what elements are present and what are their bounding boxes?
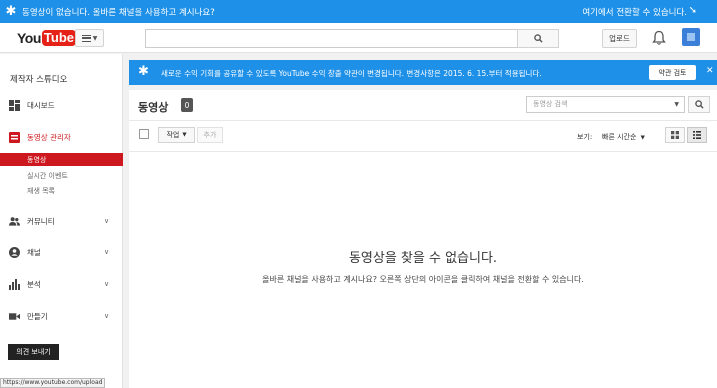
guide-button[interactable]: ▼: [75, 29, 104, 47]
chevron-down-icon: ∨: [104, 217, 110, 225]
top-notice-bar: ✱ 동영상이 없습니다. 올바른 채널을 사용하고 계시나요? 여기에서 전환할…: [0, 0, 717, 23]
list-icon: [693, 131, 701, 139]
empty-state-title: 동영상을 찾을 수 없습니다.: [348, 251, 498, 266]
sidebar-subitem-playlists[interactable]: 재생 목록: [0, 184, 123, 197]
dashboard-icon: [9, 99, 20, 111]
sidebar-item-dashboard[interactable]: 대시보드: [0, 96, 123, 114]
sidebar-item-analytics[interactable]: 분석 ∨: [0, 275, 123, 293]
masthead: You Tube KR ▼ 업로드: [0, 23, 717, 53]
studio-title: 제작자 스튜디오: [10, 75, 68, 85]
chevron-down-icon: ▼: [182, 132, 187, 138]
chevron-down-icon[interactable]: ▼: [674, 97, 679, 112]
terms-notice-banner: ✱ 새로운 수익 기회를 공유할 수 있도록 YouTube 수익 창출 약관이…: [129, 60, 717, 85]
sidebar-item-label: 대시보드: [27, 100, 55, 110]
chevron-down-icon: ∨: [104, 248, 110, 256]
sort-value: 빠른 시간순: [602, 133, 637, 141]
sidebar-subitem-label: 실시간 이벤트: [27, 171, 68, 180]
notifications-bell-icon[interactable]: [652, 30, 666, 46]
actions-label: 작업: [166, 131, 180, 139]
chevron-down-icon: ▼: [640, 135, 645, 141]
close-icon[interactable]: ✕: [706, 66, 714, 76]
grid-view-button[interactable]: [665, 127, 685, 143]
video-count-badge: 0: [181, 98, 193, 112]
sidebar-subitem-videos[interactable]: 동영상: [0, 153, 123, 166]
menu-icon: [81, 34, 91, 42]
sidebar-item-label: 분석: [27, 279, 41, 289]
add-button[interactable]: 추가: [197, 127, 223, 143]
view-label: 보기:: [577, 133, 593, 141]
account-avatar[interactable]: [682, 28, 700, 46]
select-all-checkbox[interactable]: [139, 129, 149, 139]
video-search-button[interactable]: [688, 96, 710, 113]
sidebar-subitem-label: 동영상: [27, 155, 47, 164]
sidebar-item-label: 커뮤니티: [27, 216, 55, 226]
search-button[interactable]: [517, 29, 559, 48]
search-icon: [533, 34, 543, 43]
creator-studio-sidebar: 제작자 스튜디오 대시보드 동영상 관리자 동영상 실시간 이벤트 재생 목록 …: [0, 54, 123, 388]
switch-channel-hint: 여기에서 전환할 수 있습니다.: [582, 7, 687, 18]
sidebar-item-channel[interactable]: 채널 ∨: [0, 243, 123, 261]
sidebar-subitem-label: 재생 목록: [27, 186, 55, 195]
list-view-button[interactable]: [687, 127, 707, 143]
video-search-input[interactable]: 동영상 검색 ▼: [526, 96, 685, 113]
star-icon: ✱: [5, 4, 17, 19]
logo-tube-text: Tube: [41, 30, 76, 46]
sort-dropdown[interactable]: 빠른 시간순 ▼: [602, 132, 645, 142]
sidebar-subitem-live-events[interactable]: 실시간 이벤트: [0, 169, 123, 182]
upload-button[interactable]: 업로드: [602, 29, 637, 48]
chevron-down-icon: ▼: [92, 34, 98, 42]
chevron-down-icon: ∨: [104, 280, 110, 288]
grid-icon: [671, 131, 679, 139]
status-bar-url: https://www.youtube.com/upload: [0, 378, 106, 388]
terms-notice-message: 새로운 수익 기회를 공유할 수 있도록 YouTube 수익 창출 약관이 변…: [161, 69, 542, 78]
top-notice-message: 동영상이 없습니다. 올바른 채널을 사용하고 계시나요?: [22, 7, 215, 18]
divider: [129, 151, 717, 152]
analytics-icon: [9, 278, 20, 290]
chevron-down-icon: ∨: [104, 312, 110, 320]
review-terms-button[interactable]: 약관 검토: [649, 65, 696, 80]
video-manager-icon: [9, 131, 20, 143]
channel-icon: [9, 246, 20, 258]
logo-you-text: You: [17, 30, 41, 46]
star-icon: ✱: [138, 64, 149, 79]
search-input[interactable]: [145, 29, 518, 48]
send-feedback-button[interactable]: 의견 보내기: [8, 344, 59, 360]
search-icon: [694, 100, 704, 109]
page-title: 동영상: [138, 101, 169, 114]
community-icon: [9, 216, 20, 226]
sidebar-item-label: 동영상 관리자: [27, 132, 71, 142]
sidebar-item-label: 채널: [27, 247, 41, 257]
video-manager-panel: 동영상 0 동영상 검색 ▼ 작업 ▼ 추가 보기: 빠른 시간순 ▼ 동영상을…: [129, 90, 717, 388]
arrow-down-icon: ➘: [688, 5, 697, 16]
divider: [129, 120, 717, 121]
sidebar-item-community[interactable]: 커뮤니티 ∨: [0, 212, 123, 230]
empty-state-subtitle: 올바른 채널을 사용하고 계시나요? 오른쪽 상단의 아이콘을 클릭하여 채널을…: [262, 275, 584, 284]
sidebar-item-label: 만들기: [27, 311, 48, 321]
video-search-placeholder: 동영상 검색: [533, 100, 568, 108]
sidebar-item-create[interactable]: 만들기 ∨: [0, 307, 123, 325]
sidebar-item-video-manager[interactable]: 동영상 관리자: [0, 128, 123, 146]
create-icon: [9, 312, 20, 320]
actions-dropdown[interactable]: 작업 ▼: [158, 127, 195, 143]
